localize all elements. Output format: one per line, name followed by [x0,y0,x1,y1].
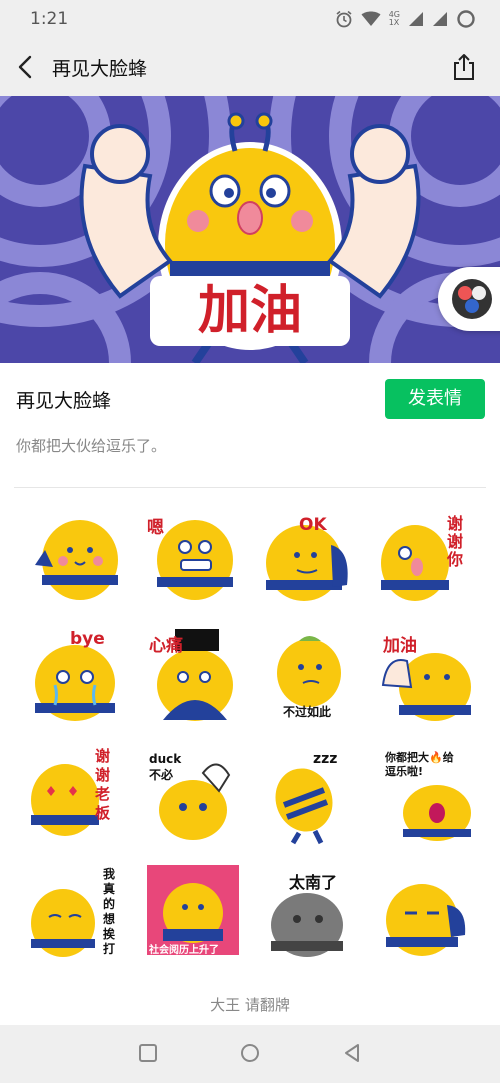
sticker-item[interactable]: 谢 谢 你 [377,505,477,605]
back-nav-button-icon[interactable] [341,1042,363,1064]
sticker-caption: zzz [313,751,338,767]
sticker-caption: duck 不必 [149,752,182,782]
sticker-item[interactable]: OK [259,505,359,605]
sticker-item[interactable]: 太南了 [259,865,359,965]
recents-button-icon[interactable] [137,1042,159,1064]
sticker-caption: 我 真 的 想 挨 打 [103,867,116,956]
bee-sticker-image [386,884,466,956]
floating-sticker-button[interactable] [438,267,500,331]
chevron-left-icon [18,55,32,79]
sticker-caption: 社会阅历上升了 [149,945,219,956]
sticker-item[interactable]: 谢 谢 老 板 [25,745,125,845]
banner-caption: 加油 [197,281,302,341]
signal-icon [409,12,423,26]
divider [14,487,486,488]
sticker-caption: 谢 谢 老 板 [95,747,111,822]
alarm-icon [336,10,352,28]
pack-title: 再见大脸蜂 [16,390,112,412]
signal-icon-2 [433,12,447,26]
sticker-caption: OK [299,515,327,535]
sticker-caption: 你都把大🔥给 逗乐啦! [385,751,454,778]
sticker-caption: 太南了 [289,873,338,892]
home-button-icon[interactable] [239,1042,261,1064]
nav-bar: 再见大脸蜂 [0,38,500,96]
bee-sticker-image [275,768,333,845]
send-sticker-button[interactable]: 发表情 [385,379,485,419]
sticker-item[interactable]: 嗯 [143,505,243,605]
sticker-item[interactable]: 心痛 [143,625,243,725]
bee-sticker-image [35,520,118,600]
sticker-item[interactable]: 加油 [377,625,477,725]
system-navigation-bar [0,1025,500,1083]
status-icons: 4G 1X [335,8,476,30]
sticker-item[interactable]: duck 不必 [143,745,243,845]
sticker-caption: 嗯 [147,518,164,538]
sticker-caption: 谢 谢 你 [447,514,464,569]
sticker-item[interactable]: 不过如此 [259,625,359,725]
back-button[interactable] [12,52,40,82]
nav-title: 再见大脸蜂 [52,58,148,80]
status-bar: 1:21 4G 1X [0,0,500,38]
sticker-item[interactable]: 你都把大🔥给 逗乐啦! [377,745,477,845]
sticker-caption: bye [70,629,105,649]
share-button[interactable] [450,52,478,82]
battery-icon [457,10,475,28]
sticker-item[interactable] [377,865,477,965]
sticker-caption: 不过如此 [283,705,332,719]
sticker-caption: 心痛 [149,636,183,656]
sticker-item[interactable]: zzz [259,745,359,845]
footer-text: 大王 请翻牌 [210,996,290,1014]
sticker-item[interactable] [25,505,125,605]
status-time: 1:21 [30,9,69,29]
sticker-item[interactable]: 社会阅历上升了 [143,865,243,965]
sticker-item[interactable]: 我 真 的 想 挨 打 [25,865,125,965]
sticker-caption: 加油 [383,636,417,656]
share-icon [454,54,474,80]
network-type: 4G 1X [388,10,400,27]
sticker-item[interactable]: bye [25,625,125,725]
banner-image: 加油 [0,96,500,363]
pack-description: 你都把大伙给逗乐了。 [16,437,167,455]
wifi-icon [361,11,381,26]
sticker-pack-icon [452,279,492,319]
